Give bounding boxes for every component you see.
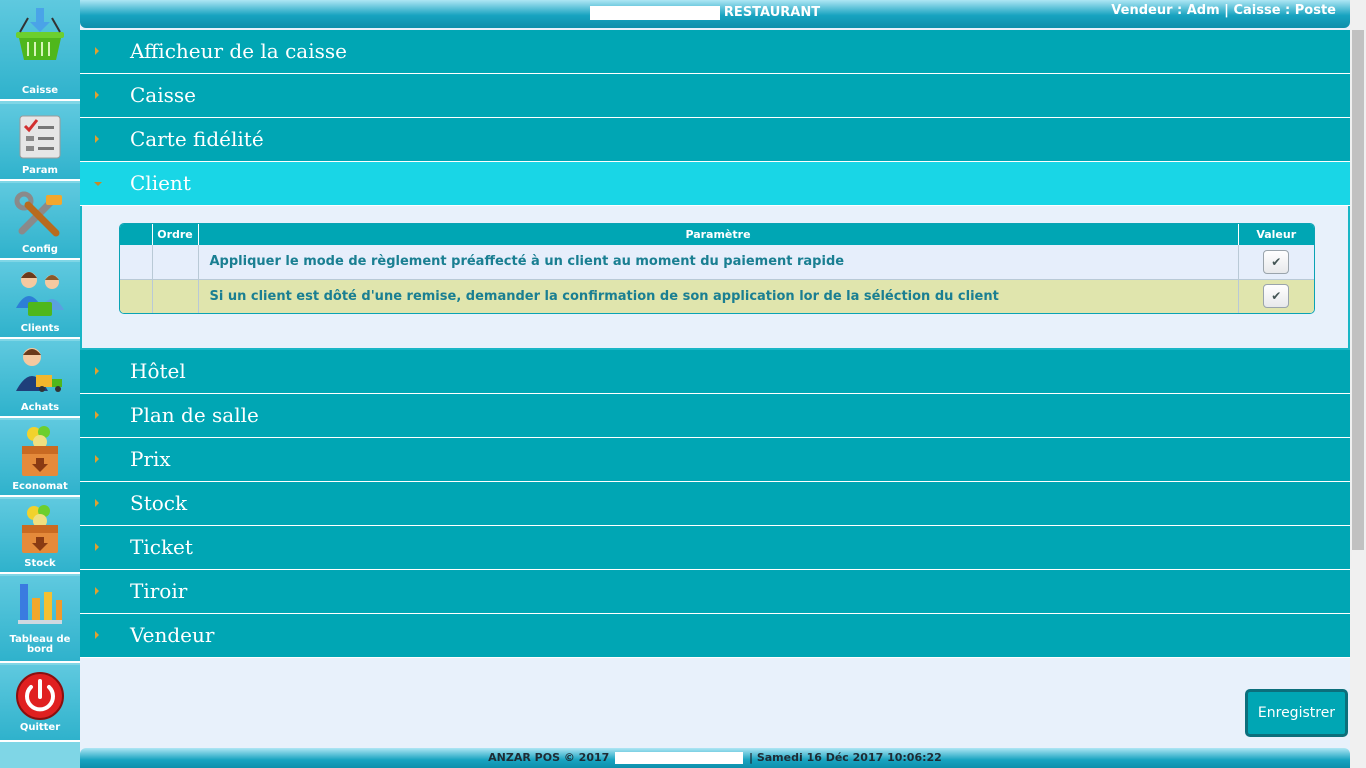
sidebar-item-config[interactable]: Config bbox=[0, 183, 80, 260]
expand-arrow-icon bbox=[95, 91, 99, 99]
expand-arrow-icon bbox=[95, 499, 99, 507]
sidebar: Caisse Param Config Clients Achats Econo… bbox=[0, 0, 80, 768]
sidebar-item-quitter[interactable]: Quitter bbox=[0, 665, 80, 742]
section-label: Afficheur de la caisse bbox=[130, 39, 347, 63]
sidebar-item-label: Caisse bbox=[21, 85, 59, 96]
section-label: Prix bbox=[130, 447, 171, 471]
section-label: Vendeur bbox=[130, 623, 215, 647]
date-time-text: | Samedi 16 Déc 2017 10:06:22 bbox=[748, 751, 942, 764]
bar-chart-icon bbox=[14, 580, 66, 630]
sidebar-item-clients[interactable]: Clients bbox=[0, 262, 80, 339]
save-button[interactable]: Enregistrer bbox=[1245, 689, 1348, 737]
tools-icon bbox=[14, 191, 66, 241]
row-select-cell bbox=[120, 245, 153, 280]
sidebar-item-stock[interactable]: Stock bbox=[0, 499, 80, 574]
box-icon bbox=[14, 424, 66, 476]
footer-text: ANZAR POS © 2017 | Samedi 16 Déc 2017 10… bbox=[80, 751, 1350, 764]
sidebar-item-caisse[interactable]: Caisse bbox=[0, 0, 80, 101]
expand-arrow-icon bbox=[95, 135, 99, 143]
ordre-cell bbox=[152, 245, 199, 280]
section-tiroir[interactable]: Tiroir bbox=[80, 570, 1350, 614]
section-stock[interactable]: Stock bbox=[80, 482, 1350, 526]
sidebar-item-label: Param bbox=[22, 165, 58, 176]
collapse-arrow-icon bbox=[94, 182, 102, 186]
section-label: Hôtel bbox=[130, 359, 186, 383]
sidebar-item-label: Tableau de bord bbox=[9, 634, 71, 655]
redacted-area bbox=[589, 5, 720, 20]
section-caisse[interactable]: Caisse bbox=[80, 74, 1350, 118]
valeur-checkbox[interactable]: ✔ bbox=[1263, 249, 1290, 274]
table-header-row: Ordre Paramètre Valeur bbox=[120, 224, 1314, 245]
section-carte-fidelite[interactable]: Carte fidélité bbox=[80, 118, 1350, 162]
copyright-text: ANZAR POS © 2017 bbox=[488, 751, 610, 764]
valeur-cell: ✔ bbox=[1238, 279, 1314, 313]
column-header-ordre[interactable]: Ordre bbox=[152, 224, 199, 245]
section-afficheur-de-la-caisse[interactable]: Afficheur de la caisse bbox=[80, 30, 1350, 74]
sidebar-item-param[interactable]: Param bbox=[0, 104, 80, 181]
app-title-text: RESTAURANT bbox=[723, 5, 821, 20]
sidebar-item-label: Config bbox=[22, 244, 58, 255]
vertical-scrollbar[interactable] bbox=[1350, 0, 1366, 768]
expand-arrow-icon bbox=[95, 587, 99, 595]
valeur-cell: ✔ bbox=[1238, 245, 1314, 280]
column-header-parametre[interactable]: Paramètre bbox=[198, 224, 1239, 245]
basket-icon bbox=[14, 6, 66, 60]
checklist-icon bbox=[14, 114, 66, 164]
scrollbar-thumb[interactable] bbox=[1352, 30, 1364, 550]
expand-arrow-icon bbox=[95, 631, 99, 639]
section-hotel[interactable]: Hôtel bbox=[80, 350, 1350, 394]
section-client[interactable]: Client bbox=[80, 162, 1350, 206]
sidebar-item-label: Quitter bbox=[19, 722, 61, 733]
power-icon bbox=[14, 671, 66, 721]
column-header-valeur[interactable]: Valeur bbox=[1238, 224, 1314, 245]
sidebar-item-label: Achats bbox=[20, 402, 60, 413]
section-ticket[interactable]: Ticket bbox=[80, 526, 1350, 570]
app-title: RESTAURANT bbox=[480, 5, 930, 20]
redacted-area bbox=[615, 752, 744, 764]
status-footer: ANZAR POS © 2017 | Samedi 16 Déc 2017 10… bbox=[80, 748, 1350, 768]
section-label: Plan de salle bbox=[130, 403, 259, 427]
section-label: Client bbox=[130, 171, 191, 195]
settings-accordion: Afficheur de la caisse Caisse Carte fidé… bbox=[80, 30, 1350, 658]
ordre-cell bbox=[152, 279, 199, 313]
valeur-checkbox[interactable]: ✔ bbox=[1263, 284, 1290, 309]
buyer-icon bbox=[14, 345, 66, 395]
parametre-cell: Si un client est dôté d'une remise, dema… bbox=[198, 279, 1239, 313]
section-vendeur[interactable]: Vendeur bbox=[80, 614, 1350, 658]
sidebar-item-label: Economat bbox=[12, 481, 68, 492]
section-label: Carte fidélité bbox=[130, 127, 264, 151]
expand-arrow-icon bbox=[95, 367, 99, 375]
section-prix[interactable]: Prix bbox=[80, 438, 1350, 482]
section-label: Caisse bbox=[130, 83, 196, 107]
users-icon bbox=[14, 268, 66, 318]
client-params-table: Ordre Paramètre Valeur Appliquer le mode… bbox=[119, 223, 1315, 314]
section-label: Tiroir bbox=[130, 579, 188, 603]
top-bar: RESTAURANT Vendeur : Adm | Caisse : Post… bbox=[80, 0, 1350, 28]
expand-arrow-icon bbox=[95, 543, 99, 551]
sidebar-item-label: Clients bbox=[20, 323, 60, 334]
parametre-cell: Appliquer le mode de règlement préaffect… bbox=[198, 245, 1239, 280]
table-row[interactable]: Si un client est dôté d'une remise, dema… bbox=[120, 279, 1314, 313]
section-label: Stock bbox=[130, 491, 188, 515]
section-plan-de-salle[interactable]: Plan de salle bbox=[80, 394, 1350, 438]
row-select-cell bbox=[120, 279, 153, 313]
column-header-select[interactable] bbox=[120, 224, 153, 245]
vendor-info: Vendeur : Adm | Caisse : Poste bbox=[1111, 3, 1336, 18]
expand-arrow-icon bbox=[95, 47, 99, 55]
table-row[interactable]: Appliquer le mode de règlement préaffect… bbox=[120, 245, 1314, 280]
sidebar-item-economat[interactable]: Economat bbox=[0, 420, 80, 497]
client-panel: Ordre Paramètre Valeur Appliquer le mode… bbox=[80, 206, 1350, 350]
stock-box-icon bbox=[14, 503, 66, 553]
section-label: Ticket bbox=[130, 535, 193, 559]
sidebar-item-achats[interactable]: Achats bbox=[0, 341, 80, 418]
expand-arrow-icon bbox=[95, 411, 99, 419]
sidebar-item-tableau-de-bord[interactable]: Tableau de bord bbox=[0, 576, 80, 663]
expand-arrow-icon bbox=[95, 455, 99, 463]
sidebar-item-label: Stock bbox=[24, 558, 56, 569]
